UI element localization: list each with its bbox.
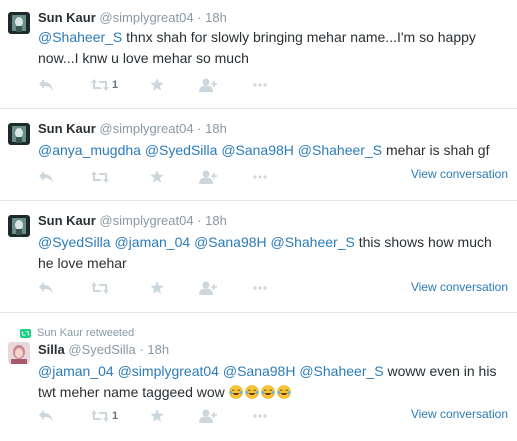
more-icon [253,286,267,290]
favorite-icon [150,78,164,91]
tweet-header: Sun Kaur @simplygreat04 · 18h [38,10,227,26]
timestamp[interactable]: 18h [205,10,227,25]
tweet-actions: 1 [38,76,508,94]
follow-icon [199,281,217,295]
tweet-text: @jaman_04 @simplygreat04 @Sana98H @Shahe… [38,361,508,403]
follow-icon [199,78,217,92]
reply-button[interactable] [38,279,54,297]
tweet-text: @SyedSilla @jaman_04 @Sana98H @Shaheer_S… [38,232,508,274]
avatar[interactable] [8,12,30,34]
retweet-button[interactable] [91,279,109,297]
mention-link[interactable]: @Sana98H [194,234,267,250]
tweet-text: @Shaheer_S thnx shah for slowly bringing… [38,27,508,69]
author-name[interactable]: Sun Kaur [38,10,96,25]
separator-dot: · [197,10,202,25]
reply-button[interactable] [38,407,54,425]
mention-link[interactable]: @Shaheer_S [38,29,122,45]
favorite-icon [150,170,164,183]
mention-link[interactable]: @jaman_04 [114,234,190,250]
retweet-count: 1 [112,79,119,91]
tweet-3[interactable]: Sun Kaur @simplygreat04 · 18h @SyedSilla… [0,201,517,313]
view-conversation-link[interactable]: View conversation [411,280,508,294]
retweet-context: Sun Kaur retweeted [20,327,134,339]
favorite-button[interactable] [150,407,164,425]
mention-link[interactable]: @Sana98H [223,363,296,379]
more-icon [253,175,267,179]
reply-icon [39,282,53,294]
author-name[interactable]: Sun Kaur [38,121,96,136]
more-icon [253,83,267,87]
retweet-icon [91,171,109,183]
reply-icon [39,410,53,422]
more-button[interactable] [253,407,267,425]
more-button[interactable] [253,76,267,94]
follow-button[interactable] [199,168,217,186]
author-handle[interactable]: @simplygreat04 [99,10,193,25]
author-name[interactable]: Silla [38,342,65,357]
author-handle[interactable]: @simplygreat04 [99,213,193,228]
mention-link[interactable]: @SyedSilla [145,142,218,158]
tweet-text: @anya_mugdha @SyedSilla @Sana98H @Shahee… [38,140,508,161]
face-with-tears-of-joy-icon [260,385,275,399]
reply-icon [39,171,53,183]
view-conversation-link[interactable]: View conversation [411,167,508,181]
favorite-button[interactable] [150,279,164,297]
separator-dot: · [197,213,202,228]
avatar[interactable] [8,342,30,364]
follow-button[interactable] [199,407,217,425]
avatar[interactable] [8,123,30,145]
retweet-button[interactable]: 1 [91,407,118,425]
more-button[interactable] [253,279,267,297]
retweet-icon [91,410,109,422]
mention-link[interactable]: @Shaheer_S [298,142,382,158]
mention-link[interactable]: @Sana98H [221,142,294,158]
retweeted-by-label[interactable]: Sun Kaur retweeted [37,327,134,339]
mention-link[interactable]: @anya_mugdha [38,142,141,158]
tweet-1[interactable]: Sun Kaur @simplygreat04 · 18h @Shaheer_S… [0,0,517,109]
timestamp[interactable]: 18h [205,121,227,136]
separator-dot: · [197,121,202,136]
tweet-header: Sun Kaur @simplygreat04 · 18h [38,121,227,137]
tweet-timeline: Sun Kaur @simplygreat04 · 18h @Shaheer_S… [0,0,517,441]
timestamp[interactable]: 18h [147,342,169,357]
tweet-2[interactable]: Sun Kaur @simplygreat04 · 18h @anya_mugd… [0,109,517,201]
mention-link[interactable]: @Shaheer_S [299,363,383,379]
more-icon [253,414,267,418]
favorite-button[interactable] [150,76,164,94]
tweet-body: mehar is shah gf [382,142,490,158]
follow-button[interactable] [199,76,217,94]
reply-icon [39,79,53,91]
mention-link[interactable]: @SyedSilla [38,234,111,250]
follow-icon [199,170,217,184]
retweet-badge-icon [20,328,31,338]
retweet-button[interactable]: 1 [91,76,118,94]
mention-link[interactable]: @simplygreat04 [118,363,219,379]
follow-icon [199,409,217,423]
avatar[interactable] [8,215,30,237]
follow-button[interactable] [199,279,217,297]
favorite-button[interactable] [150,168,164,186]
retweet-count: 1 [112,410,119,422]
face-with-tears-of-joy-icon [244,385,259,399]
tweet-header: Sun Kaur @simplygreat04 · 18h [38,213,227,229]
face-with-tears-of-joy-icon [228,385,243,399]
favorite-icon [150,281,164,294]
separator-dot: · [139,342,144,357]
more-button[interactable] [253,168,267,186]
mention-link[interactable]: @Shaheer_S [271,234,355,250]
view-conversation-link[interactable]: View conversation [411,407,508,421]
retweet-button[interactable] [91,168,109,186]
retweet-icon [91,79,109,91]
timestamp[interactable]: 18h [205,213,227,228]
reply-button[interactable] [38,168,54,186]
mention-link[interactable]: @jaman_04 [38,363,114,379]
retweet-icon [91,282,109,294]
face-with-tears-of-joy-icon [276,385,291,399]
author-handle[interactable]: @simplygreat04 [99,121,193,136]
reply-button[interactable] [38,76,54,94]
favorite-icon [150,409,164,422]
tweet-header: Silla @SyedSilla · 18h [38,342,169,358]
author-handle[interactable]: @SyedSilla [68,342,135,357]
author-name[interactable]: Sun Kaur [38,213,96,228]
